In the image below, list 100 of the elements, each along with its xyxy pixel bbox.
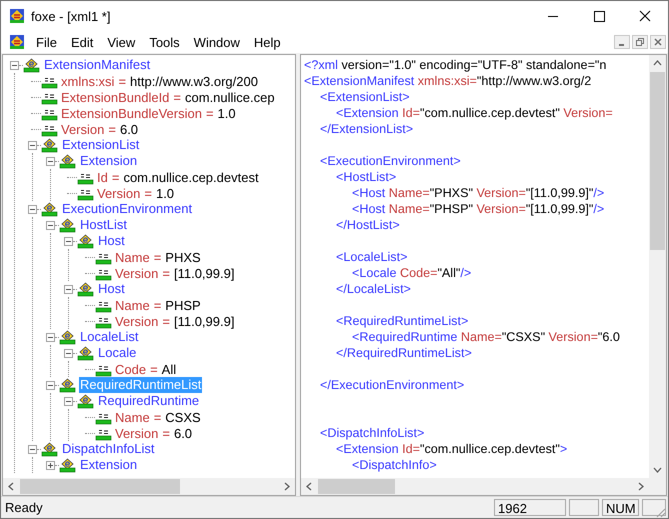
- attribute-name: Id: [97, 170, 108, 184]
- attribute-value: All: [162, 362, 176, 376]
- equals-sign: =: [144, 186, 152, 200]
- attribute-name: Name: [115, 250, 150, 264]
- code-line: </LocaleList>: [336, 281, 412, 297]
- collapse-icon[interactable]: [64, 396, 73, 406]
- code-line: <Host Name="PHSP" Version="[11.0,99.9]"/>: [352, 201, 606, 217]
- element-icon: [41, 138, 58, 152]
- minimize-icon[interactable]: [614, 35, 630, 49]
- element-node[interactable]: Extension: [79, 153, 138, 169]
- attribute-name: Version: [115, 426, 158, 440]
- attribute-value: PHXS: [165, 250, 201, 264]
- equals-sign: =: [154, 410, 162, 424]
- attribute-value: 1.0: [156, 186, 174, 200]
- collapse-icon[interactable]: [64, 348, 73, 358]
- attribute-name: xmlns:xsi: [61, 74, 114, 88]
- equals-sign: =: [112, 170, 120, 184]
- horizontal-scrollbar[interactable]: [301, 478, 666, 495]
- attribute-value: com.nullice.cep.devtest: [123, 170, 259, 184]
- attribute-value: http://www.w3.org/200: [130, 74, 258, 88]
- element-icon: [59, 458, 76, 472]
- menu-item[interactable]: Edit: [64, 34, 100, 50]
- code-line: <Extension Id="com.nullice.cep.devtest">: [336, 441, 568, 457]
- menu-item[interactable]: View: [100, 34, 142, 50]
- menu-item[interactable]: Help: [246, 34, 288, 50]
- collapse-icon[interactable]: [28, 204, 37, 214]
- element-icon: [41, 442, 58, 456]
- code-line: <RequiredRuntime Name="CSXS" Version="6.0: [352, 329, 621, 345]
- attribute-name: Code: [115, 362, 146, 376]
- element-node[interactable]: Host: [97, 281, 126, 297]
- element-node[interactable]: ExtensionManifest: [43, 57, 152, 73]
- resize-grip-icon[interactable]: [654, 506, 666, 518]
- attribute-value: [11.0,99.9]: [174, 266, 234, 280]
- horizontal-scrollbar[interactable]: [3, 478, 295, 495]
- menu-item[interactable]: Window: [186, 34, 247, 50]
- collapse-icon[interactable]: [46, 156, 55, 166]
- element-node[interactable]: LocaleList: [79, 329, 140, 345]
- code-line: <?xml version="1.0" encoding="UTF-8" standalone="n: [304, 57, 608, 73]
- code-line: <Host Name="PHXS" Version="[11.0,99.9]"/>: [352, 185, 606, 201]
- element-icon: [77, 346, 94, 360]
- attribute-name: Version: [115, 314, 158, 328]
- status-panel: 1962: [494, 499, 566, 516]
- element-node[interactable]: ExtensionList: [61, 137, 140, 153]
- attribute-name: Name: [115, 298, 150, 312]
- element-icon: [41, 202, 58, 216]
- code-line: <ExtensionList>: [320, 89, 411, 105]
- status-message: Ready: [4, 500, 43, 515]
- element-node[interactable]: HostList: [79, 217, 128, 233]
- restore-icon[interactable]: [632, 35, 648, 49]
- collapse-icon[interactable]: [46, 220, 55, 230]
- vertical-scrollbar[interactable]: [649, 55, 666, 478]
- code-line: </HostList>: [336, 217, 401, 233]
- equals-sign: =: [108, 122, 116, 136]
- attribute-name: Version: [115, 266, 158, 280]
- element-node[interactable]: Host: [97, 233, 126, 249]
- collapse-icon[interactable]: [28, 140, 37, 150]
- element-icon: [77, 234, 94, 248]
- status-panel: NUM: [602, 499, 639, 516]
- collapse-icon[interactable]: [64, 284, 73, 294]
- collapse-icon[interactable]: [64, 236, 73, 246]
- code-line: <ExtensionManifest xmlns:xsi="http://www.w3.org/2: [304, 73, 592, 89]
- code-line: <Locale Code="All"/>: [352, 265, 472, 281]
- equals-sign: =: [154, 250, 162, 264]
- attribute-name: ExtensionBundleVersion: [61, 106, 202, 120]
- element-icon: [59, 154, 76, 168]
- status-panel: [642, 499, 666, 516]
- code-line: <DispatchInfoList>: [320, 425, 426, 441]
- collapse-icon[interactable]: [10, 60, 19, 70]
- element-icon: [77, 394, 94, 408]
- equals-sign: =: [118, 74, 126, 88]
- equals-sign: =: [162, 266, 170, 280]
- element-icon: [59, 378, 76, 392]
- code-line: <ExecutionEnvironment>: [320, 153, 462, 169]
- element-icon: [59, 330, 76, 344]
- attribute-value: 6.0: [174, 426, 192, 440]
- code-line: <DispatchInfo>: [352, 457, 438, 473]
- document-icon[interactable]: [9, 34, 25, 50]
- attribute-name: Version: [61, 122, 104, 136]
- expand-icon[interactable]: [46, 460, 55, 470]
- element-node[interactable]: DispatchInfoList: [61, 441, 156, 457]
- collapse-icon[interactable]: [46, 380, 55, 390]
- code-line: <HostList>: [336, 169, 398, 185]
- attribute-value: 6.0: [120, 122, 138, 136]
- attribute-value: 1.0: [218, 106, 236, 120]
- collapse-icon[interactable]: [46, 332, 55, 342]
- element-node[interactable]: Locale: [97, 345, 138, 361]
- element-node[interactable]: ExecutionEnvironment: [61, 201, 194, 217]
- collapse-icon[interactable]: [28, 444, 37, 454]
- element-icon: [59, 218, 76, 232]
- equals-sign: =: [150, 362, 158, 376]
- element-node[interactable]: RequiredRuntime: [97, 393, 200, 409]
- element-icon: [23, 58, 40, 72]
- menu-item[interactable]: Tools: [142, 34, 187, 50]
- attribute-value: com.nullice.cep: [185, 90, 275, 104]
- attribute-value: PHSP: [165, 298, 201, 312]
- attribute-name: Version: [97, 186, 140, 200]
- equals-sign: =: [154, 298, 162, 312]
- element-node[interactable]: Extension: [79, 457, 138, 473]
- menu-item[interactable]: File: [29, 34, 64, 50]
- window-title: foxe - [xml1 *]: [31, 8, 110, 24]
